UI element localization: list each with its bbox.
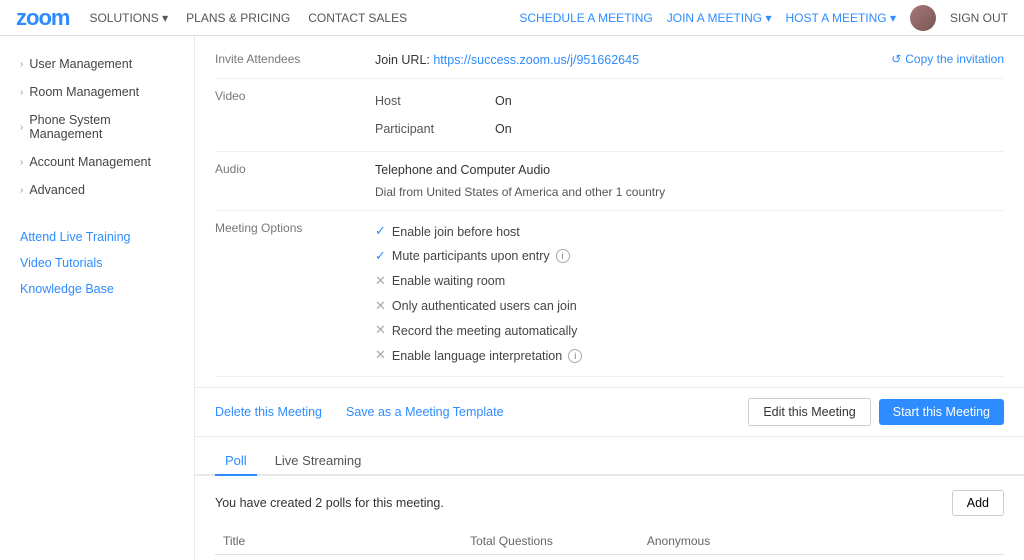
invite-attendees-row: Invite Attendees Join URL: https://succe… [215, 42, 1004, 79]
nav-plans[interactable]: PLANS & PRICING [186, 11, 290, 25]
schedule-meeting-link[interactable]: SCHEDULE A MEETING [519, 11, 652, 25]
meeting-options-value: ✓ Enable join before host ✓ Mute partici… [375, 219, 1004, 368]
sidebar-link-tutorials[interactable]: Video Tutorials [0, 250, 194, 276]
refresh-icon: ↺ [891, 52, 901, 66]
delete-meeting-link[interactable]: Delete this Meeting [215, 405, 322, 419]
col-actions [781, 528, 1004, 555]
meeting-options-label: Meeting Options [215, 219, 375, 368]
app-layout: › User Management › Room Management › Ph… [0, 0, 1024, 560]
info-icon[interactable]: i [568, 349, 582, 363]
col-title: Title [215, 528, 462, 555]
action-bar: Delete this Meeting Save as a Meeting Te… [195, 387, 1024, 437]
x-icon: ✕ [375, 345, 386, 366]
option-mute-participants: ✓ Mute participants upon entry i [375, 244, 1004, 269]
sidebar-item-advanced[interactable]: › Advanced [0, 176, 194, 204]
check-icon: ✓ [375, 246, 386, 267]
col-total-questions: Total Questions [462, 528, 639, 555]
audio-row: Audio Telephone and Computer Audio Dial … [215, 152, 1004, 211]
main-content: Invite Attendees Join URL: https://succe… [195, 36, 1024, 560]
x-icon: ✕ [375, 296, 386, 317]
option-record-auto: ✕ Record the meeting automatically [375, 318, 1004, 343]
invite-label: Invite Attendees [215, 50, 375, 66]
x-icon: ✕ [375, 271, 386, 292]
video-row: Video Host On Participant On [215, 79, 1004, 152]
join-url-link[interactable]: https://success.zoom.us/j/951662645 [433, 53, 639, 67]
sidebar-item-user-management[interactable]: › User Management [0, 50, 194, 78]
signout-button[interactable]: SIGN OUT [950, 11, 1008, 25]
sidebar-item-account-management[interactable]: › Account Management [0, 148, 194, 176]
meeting-details: Invite Attendees Join URL: https://succe… [195, 36, 1024, 387]
tab-live-streaming[interactable]: Live Streaming [265, 447, 372, 476]
arrow-icon: › [20, 185, 23, 196]
nav-solutions[interactable]: SOLUTIONS ▾ [89, 11, 168, 25]
arrow-icon: › [20, 157, 23, 168]
option-waiting-room: ✕ Enable waiting room [375, 269, 1004, 294]
arrow-icon: › [20, 122, 23, 133]
dial-from: Dial from United States of America and o… [375, 183, 1004, 202]
header-right: SCHEDULE A MEETING JOIN A MEETING ▾ HOST… [519, 5, 1008, 31]
check-icon: ✓ [375, 221, 386, 242]
add-poll-button[interactable]: Add [952, 490, 1004, 516]
host-meeting-link[interactable]: HOST A MEETING ▾ [785, 11, 896, 25]
option-language-interpretation: ✕ Enable language interpretation i [375, 343, 1004, 368]
x-icon: ✕ [375, 320, 386, 341]
video-label: Video [215, 87, 375, 143]
sidebar-item-phone-system[interactable]: › Phone System Management [0, 106, 194, 148]
header: zoom SOLUTIONS ▾ PLANS & PRICING CONTACT… [0, 0, 1024, 36]
info-icon[interactable]: i [556, 249, 570, 263]
poll-title-cell: ▾ Poll 1: World History [215, 554, 462, 560]
polls-table: Title Total Questions Anonymous ▾ Poll 1… [215, 528, 1004, 560]
sidebar-link-training[interactable]: Attend Live Training [0, 224, 194, 250]
participant-label: Participant [375, 119, 495, 139]
audio-value: Telephone and Computer Audio Dial from U… [375, 160, 1004, 202]
join-url-prefix: Join URL: [375, 53, 433, 67]
action-cell: Edit Delete [781, 554, 1004, 560]
poll-info: You have created 2 polls for this meetin… [215, 496, 444, 510]
participant-value: On [495, 119, 512, 139]
poll-section: You have created 2 polls for this meetin… [195, 476, 1024, 560]
audio-label: Audio [215, 160, 375, 202]
arrow-icon: › [20, 87, 23, 98]
option-join-before-host: ✓ Enable join before host [375, 219, 1004, 244]
nav-contact-sales[interactable]: CONTACT SALES [308, 11, 407, 25]
join-meeting-link[interactable]: JOIN A MEETING ▾ [667, 11, 772, 25]
sidebar: › User Management › Room Management › Ph… [0, 36, 195, 560]
total-questions-cell: 2 questions [462, 554, 639, 560]
arrow-icon: › [20, 59, 23, 70]
host-value: On [495, 91, 512, 111]
table-row: ▾ Poll 1: World History 2 questions No E… [215, 554, 1004, 560]
tab-poll[interactable]: Poll [215, 447, 257, 476]
user-avatar[interactable] [910, 5, 936, 31]
tabs-bar: Poll Live Streaming [195, 437, 1024, 476]
sidebar-link-knowledge[interactable]: Knowledge Base [0, 276, 194, 302]
meeting-options-row: Meeting Options ✓ Enable join before hos… [215, 211, 1004, 377]
invite-value: Join URL: https://success.zoom.us/j/9516… [375, 50, 891, 70]
option-authenticated-users: ✕ Only authenticated users can join [375, 294, 1004, 319]
audio-type: Telephone and Computer Audio [375, 160, 1004, 180]
video-value: Host On Participant On [375, 87, 1004, 143]
sidebar-item-room-management[interactable]: › Room Management [0, 78, 194, 106]
poll-header: You have created 2 polls for this meetin… [215, 490, 1004, 516]
edit-meeting-button[interactable]: Edit this Meeting [748, 398, 870, 426]
anonymous-cell: No [639, 554, 781, 560]
start-meeting-button[interactable]: Start this Meeting [879, 399, 1004, 425]
save-template-link[interactable]: Save as a Meeting Template [346, 405, 504, 419]
host-label: Host [375, 91, 495, 111]
zoom-logo[interactable]: zoom [16, 5, 69, 31]
copy-invitation-button[interactable]: ↺ Copy the invitation [891, 50, 1004, 66]
col-anonymous: Anonymous [639, 528, 781, 555]
